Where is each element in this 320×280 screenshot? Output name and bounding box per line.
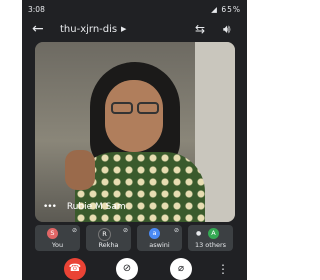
switch-camera-icon[interactable]: ⇆ [195,22,205,36]
participant-name: aswini [149,241,170,249]
more-options-button[interactable]: ⋮ [212,258,234,280]
participant-tile[interactable]: a ⊘ aswini [137,225,182,251]
mic-off-icon: ⊘ [122,227,128,234]
mic-off-icon: ⌀ [177,263,185,274]
avatar: A [208,228,219,239]
app-bar: ← thu-xjrn-dis ▶ ⇆ 🔊︎ [22,18,247,44]
participant-tile[interactable]: A ● 13 others [188,225,233,251]
back-arrow-icon[interactable]: ← [32,21,44,37]
call-controls: ☎︎ ⊘ ⌀ ⋮ [22,255,247,280]
speaker-face [105,80,163,152]
speaker-hand [65,150,95,190]
phone-screen: 3:08 ◢ 65% ← thu-xjrn-dis ▶ ⇆ 🔊︎ ••• Rub… [22,0,247,280]
camera-off-icon: ⊘ [122,263,132,274]
avatar: R [98,228,111,241]
end-call-icon: ☎︎ [68,263,82,274]
wifi-icon: ◢ [211,5,218,14]
speaker-name: Rubie M Sam [66,202,126,212]
speaker-icon[interactable]: 🔊︎ [223,22,231,37]
mic-off-icon: ⊘ [71,227,77,234]
more-people-icon: ● [196,230,202,237]
status-time: 3:08 [28,5,45,14]
status-bar: 3:08 ◢ 65% [22,0,247,16]
avatar: S [47,228,58,239]
meeting-code[interactable]: thu-xjrn-dis [60,24,117,35]
participant-name: 13 others [194,241,227,249]
end-call-button[interactable]: ☎︎ [64,258,86,280]
speaker-name-bar: ••• Rubie M Sam [43,202,126,212]
participant-name: Rekha [98,241,119,249]
status-battery: 65% [221,5,241,14]
participant-strip: S ⊘ You R ⊘ Rekha a ⊘ aswini A ● 13 othe… [35,225,235,251]
main-video-tile[interactable]: ••• Rubie M Sam [35,42,235,222]
participant-tile[interactable]: R ⊘ Rekha [86,225,131,251]
caret-right-icon[interactable]: ▶ [121,25,126,33]
glasses-right [137,102,159,114]
participant-tile[interactable]: S ⊘ You [35,225,80,251]
camera-toggle-button[interactable]: ⊘ [116,258,138,280]
mic-toggle-button[interactable]: ⌀ [170,258,192,280]
glasses-left [111,102,133,114]
participant-name: You [51,241,64,249]
mic-off-icon: ⊘ [173,227,179,234]
audio-level-icon: ••• [43,202,57,212]
status-icons: ◢ 65% [211,5,241,14]
avatar: a [149,228,160,239]
more-vertical-icon: ⋮ [217,262,229,276]
